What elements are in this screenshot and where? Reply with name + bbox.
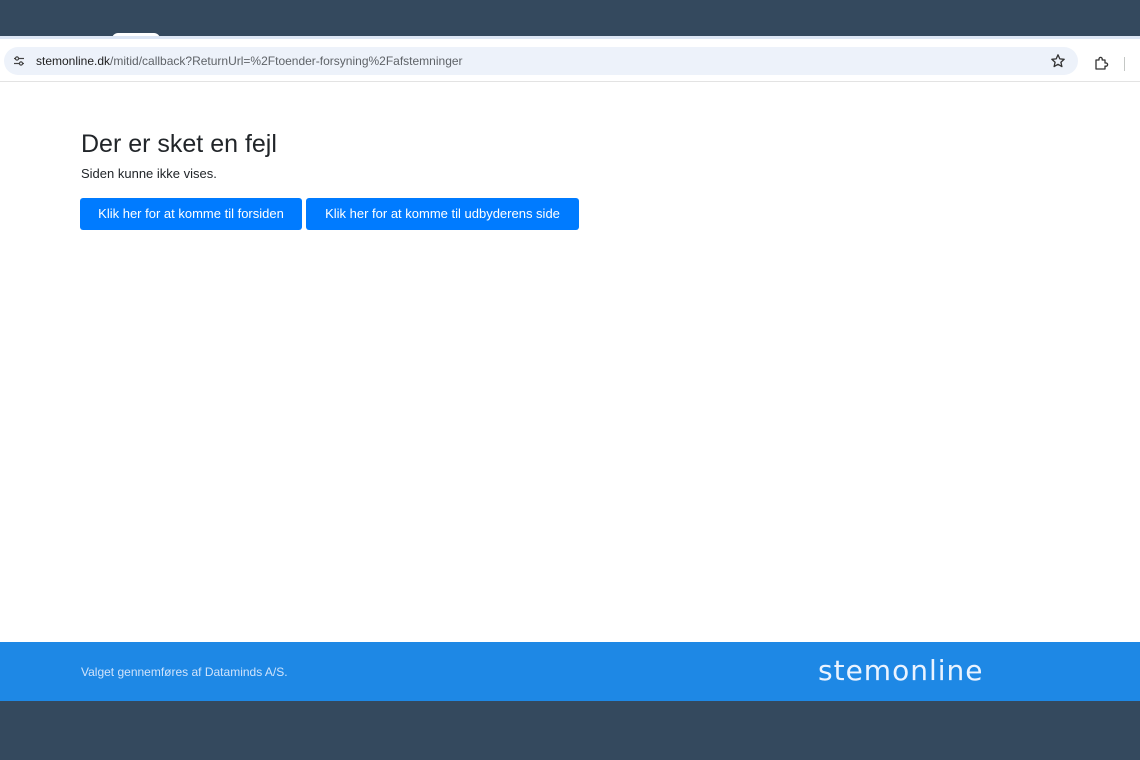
page-title: Der er sket en fejl bbox=[81, 130, 277, 158]
url-text[interactable]: stemonline.dk/mitid/callback?ReturnUrl=%… bbox=[36, 54, 463, 68]
puzzle-icon[interactable] bbox=[1093, 56, 1109, 72]
star-icon[interactable] bbox=[1050, 53, 1066, 69]
url-host: stemonline.dk bbox=[36, 54, 111, 68]
window-bottom-area bbox=[0, 701, 1140, 760]
go-to-provider-button[interactable]: Klik her for at komme til udbyderens sid… bbox=[306, 198, 579, 230]
tune-icon[interactable] bbox=[12, 54, 26, 68]
site-footer: Valget gennemføres af Dataminds A/S. ste… bbox=[0, 642, 1140, 701]
footer-text: Valget gennemføres af Dataminds A/S. bbox=[81, 665, 288, 679]
go-to-frontpage-button[interactable]: Klik her for at komme til forsiden bbox=[80, 198, 302, 230]
error-message: Siden kunne ikke vises. bbox=[81, 166, 217, 181]
stemonline-logo: stemonline bbox=[818, 654, 984, 687]
window-top-bar bbox=[0, 0, 1140, 36]
browser-toolbar: stemonline.dk/mitid/callback?ReturnUrl=%… bbox=[0, 36, 1140, 82]
toolbar-divider bbox=[1124, 57, 1125, 71]
screenshot-frame: stemonline.dk/mitid/callback?ReturnUrl=%… bbox=[0, 0, 1140, 760]
url-path: /mitid/callback?ReturnUrl=%2Ftoender-for… bbox=[110, 54, 463, 68]
address-bar[interactable]: stemonline.dk/mitid/callback?ReturnUrl=%… bbox=[4, 47, 1078, 75]
page-content: Der er sket en fejl Siden kunne ikke vis… bbox=[0, 82, 1140, 642]
